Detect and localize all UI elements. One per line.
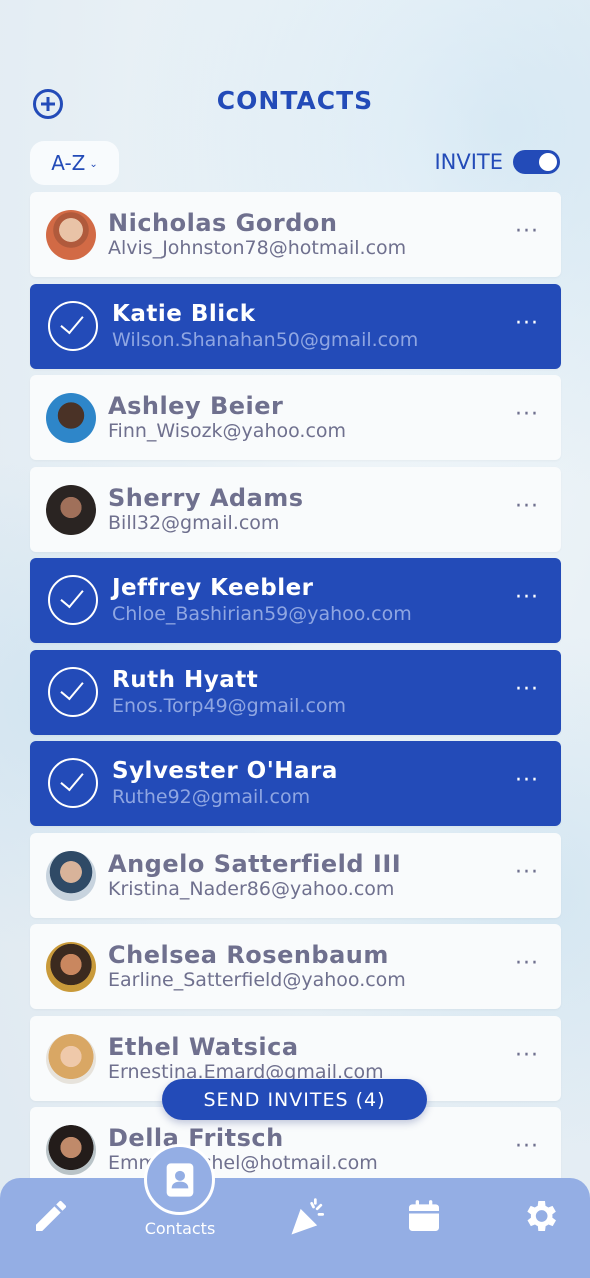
tab-contacts[interactable] [144,1144,215,1215]
checkmark-icon[interactable] [48,301,98,351]
avatar [46,851,96,901]
contact-name: Chelsea Rosenbaum [108,941,389,969]
contact-row[interactable]: Katie Blick Wilson.Shanahan50@gmail.com … [30,284,561,369]
contact-name: Ethel Watsica [108,1033,299,1061]
contact-email: Earline_Satterfield@yahoo.com [108,969,406,991]
more-options-icon[interactable]: ··· [515,221,539,243]
contact-name: Ruth Hyatt [112,667,259,693]
contact-name: Katie Blick [112,301,256,327]
contact-row[interactable]: Ashley Beier Finn_Wisozk@yahoo.com ··· [30,375,561,460]
avatar [46,942,96,992]
contact-name: Sylvester O'Hara [112,758,338,784]
invite-control: INVITE [434,150,560,174]
contact-email: Kristina_Nader86@yahoo.com [108,878,395,900]
invite-toggle[interactable] [513,150,560,174]
contacts-icon [166,1162,193,1197]
more-options-icon[interactable]: ··· [515,313,539,335]
chevron-down-icon: ⌄ [89,158,98,170]
more-options-icon[interactable]: ··· [515,1136,539,1158]
contact-row[interactable]: Jeffrey Keebler Chloe_Bashirian59@yahoo.… [30,558,561,643]
sort-dropdown[interactable]: A-Z ⌄ [30,141,119,185]
pencil-icon [36,1200,67,1231]
more-options-icon[interactable]: ··· [515,679,539,701]
tab-edit[interactable] [21,1196,81,1246]
contact-row[interactable]: Chelsea Rosenbaum Earline_Satterfield@ya… [30,924,561,1009]
checkmark-icon[interactable] [48,667,98,717]
avatar [46,210,96,260]
checkmark-icon[interactable] [48,758,98,808]
tab-bar [0,1178,590,1278]
contact-name: Ashley Beier [108,392,284,420]
more-options-icon[interactable]: ··· [515,862,539,884]
more-options-icon[interactable]: ··· [515,953,539,975]
contact-row[interactable]: Sherry Adams Bill32@gmail.com ··· [30,467,561,552]
contact-email: Wilson.Shanahan50@gmail.com [112,329,419,351]
avatar [46,1125,96,1175]
invite-label: INVITE [434,150,503,174]
more-options-icon[interactable]: ··· [515,496,539,518]
contact-email: Chloe_Bashirian59@yahoo.com [112,603,412,625]
avatar [46,393,96,443]
tab-calendar[interactable] [394,1196,454,1246]
contact-email: Finn_Wisozk@yahoo.com [108,420,347,442]
more-options-icon[interactable]: ··· [515,587,539,609]
calendar-icon [409,1200,439,1231]
contact-name: Angelo Satterfield III [108,850,402,878]
contact-email: Ruthe92@gmail.com [112,786,311,808]
checkmark-icon[interactable] [48,575,98,625]
avatar [46,1034,96,1084]
party-popper-icon [291,1198,325,1235]
contact-name: Sherry Adams [108,484,304,512]
sort-label: A-Z [51,151,86,175]
contact-row[interactable]: Ruth Hyatt Enos.Torp49@gmail.com ··· [30,650,561,735]
more-options-icon[interactable]: ··· [515,404,539,426]
contact-email: Enos.Torp49@gmail.com [112,695,347,717]
tab-contacts-label: Contacts [144,1219,216,1238]
contact-name: Nicholas Gordon [108,209,338,237]
avatar [46,485,96,535]
contact-name: Jeffrey Keebler [112,575,314,601]
tab-party[interactable] [278,1196,338,1246]
more-options-icon[interactable]: ··· [515,770,539,792]
contact-email: Alvis_Johnston78@hotmail.com [108,237,407,259]
tab-settings[interactable] [510,1196,570,1246]
contact-row[interactable]: Sylvester O'Hara Ruthe92@gmail.com ··· [30,741,561,826]
page-title: CONTACTS [216,86,374,115]
gear-icon [527,1201,556,1231]
send-invites-button[interactable]: SEND INVITES (4) [162,1079,427,1120]
more-options-icon[interactable]: ··· [515,1045,539,1067]
contact-row[interactable]: Angelo Satterfield III Kristina_Nader86@… [30,833,561,918]
contact-email: Bill32@gmail.com [108,512,280,534]
contact-row[interactable]: Nicholas Gordon Alvis_Johnston78@hotmail… [30,192,561,277]
